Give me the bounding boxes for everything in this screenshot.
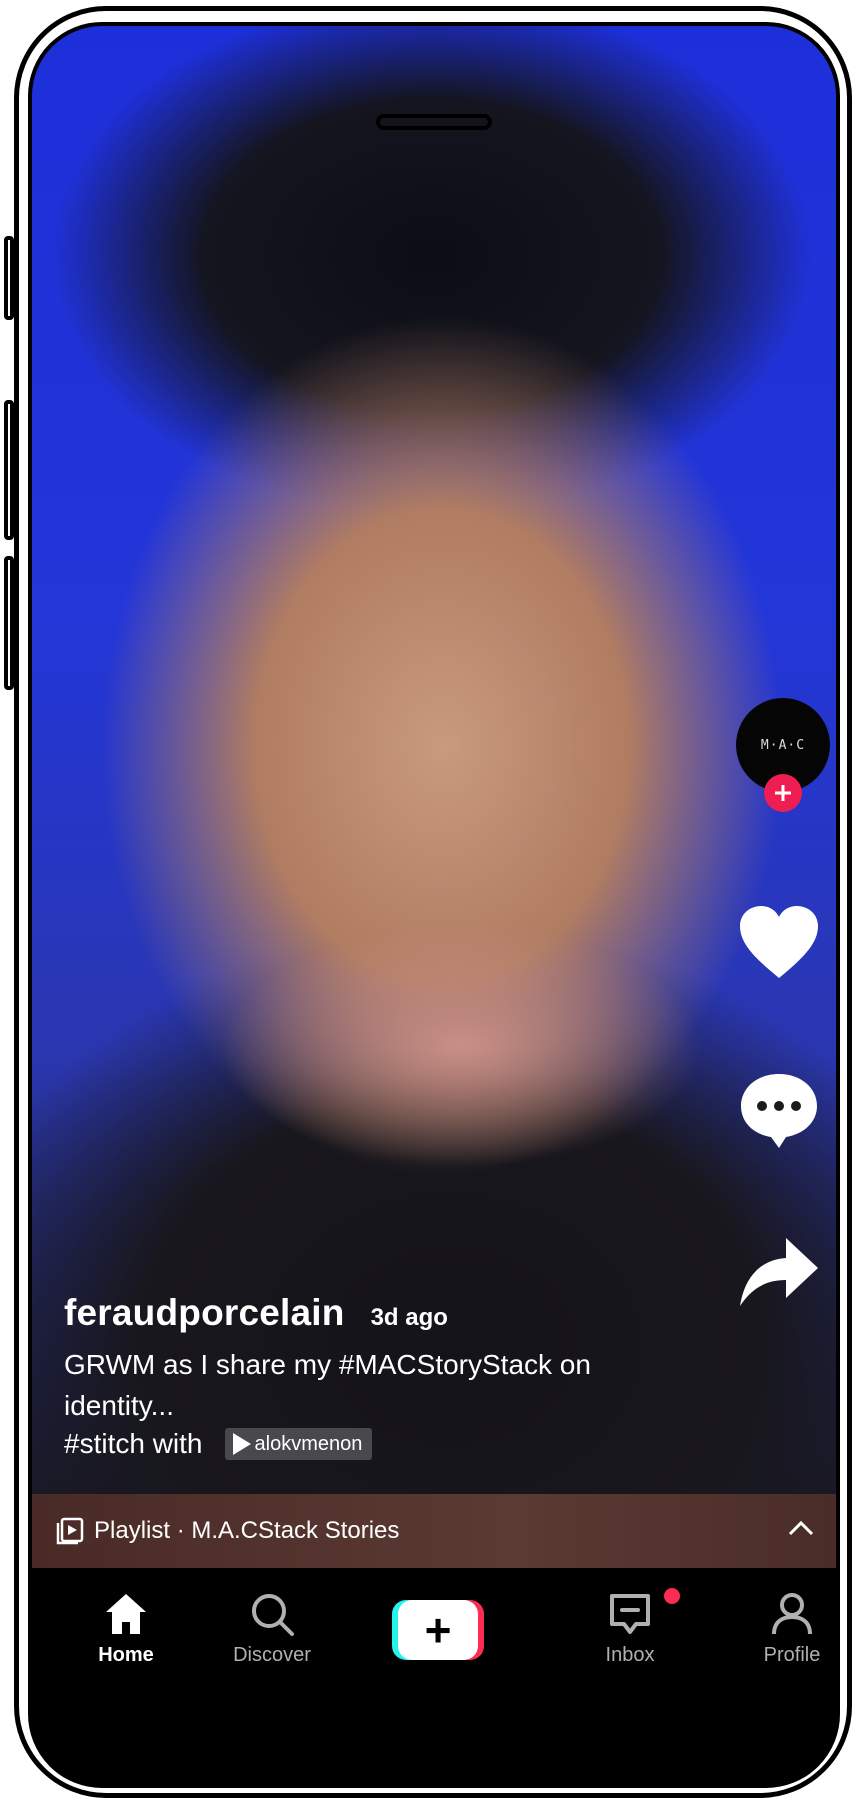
create-button[interactable]: + [392, 1600, 484, 1660]
nav-inbox-label: Inbox [605, 1644, 655, 1666]
comment-icon[interactable] [738, 1070, 820, 1150]
mac-logo: M·A·C [760, 737, 806, 753]
post-timestamp: 3d ago [370, 1304, 448, 1331]
nav-home[interactable]: Home [66, 1590, 186, 1667]
nav-profile[interactable]: Profile [732, 1590, 836, 1667]
plus-icon: + [398, 1600, 478, 1660]
home-icon [106, 1594, 146, 1634]
chevron-up-icon[interactable] [788, 1518, 814, 1538]
search-icon [252, 1594, 294, 1636]
creator-username[interactable]: feraudporcelain [64, 1292, 345, 1334]
side-button-mute [4, 236, 14, 320]
share-icon[interactable] [738, 1234, 820, 1310]
stitch-hashtag[interactable]: #stitch with [64, 1428, 203, 1460]
heart-icon[interactable] [738, 904, 820, 982]
playlist-label: Playlist · M.A.CStack Stories [94, 1517, 400, 1544]
bottom-nav: Home Discover + Inbox Profile [32, 1568, 836, 1784]
side-button-volume-up [4, 400, 14, 540]
nav-discover-label: Discover [233, 1644, 311, 1666]
camera-notch [376, 114, 492, 130]
stitch-source-chip[interactable]: alokvmenon [224, 1428, 373, 1460]
nav-discover[interactable]: Discover [212, 1590, 332, 1667]
playlist-bar[interactable]: Playlist · M.A.CStack Stories [32, 1494, 836, 1568]
nav-home-label: Home [98, 1644, 154, 1666]
plus-icon [775, 785, 791, 801]
profile-icon [772, 1593, 812, 1635]
nav-profile-label: Profile [763, 1644, 821, 1666]
play-icon [232, 1433, 251, 1455]
side-button-volume-down [4, 556, 14, 690]
inbox-notification-dot [664, 1588, 680, 1604]
stitch-source-user: alokvmenon [254, 1432, 363, 1455]
phone-screen: M·A·C feraudporcelain 3d ago GRWM as I s… [28, 22, 840, 1788]
follow-button[interactable] [764, 774, 802, 812]
video-player[interactable]: M·A·C feraudporcelain 3d ago GRWM as I s… [32, 26, 836, 1494]
video-caption: feraudporcelain 3d ago GRWM as I share m… [64, 1292, 704, 1460]
playlist-icon [56, 1517, 84, 1545]
inbox-icon [610, 1594, 650, 1634]
video-description[interactable]: GRWM as I share my #MACStoryStack on ide… [64, 1344, 704, 1426]
